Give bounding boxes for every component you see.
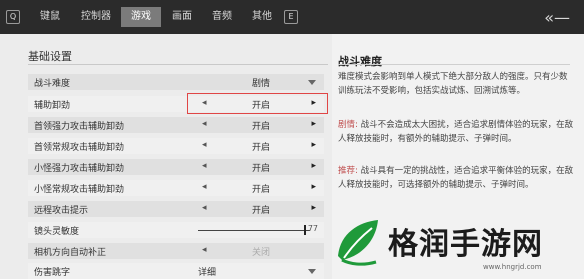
chevron-left-icon[interactable]: ◂ (202, 140, 207, 150)
story-text: 战斗不会造成太大困扰，适合追求剧情体验的玩家，在敌人释放技能时，有额外的辅助提示… (338, 120, 574, 144)
tab-audio[interactable]: 音频 (204, 7, 240, 27)
sensitivity-slider-track[interactable] (198, 230, 310, 231)
chevron-left-icon[interactable]: ◂ (202, 119, 207, 129)
tab-graphics[interactable]: 画面 (164, 7, 200, 27)
setting-row-ranged-hint[interactable]: 远程攻击提示 ◂ 开启 ▸ (28, 201, 324, 217)
setting-label: 首领常规攻击辅助卸劲 (34, 143, 125, 153)
chevron-right-icon[interactable]: ▸ (311, 182, 316, 192)
setting-label: 战斗难度 (34, 79, 71, 89)
setting-row-damage-numbers[interactable]: 伤害跳字 详细 (28, 263, 324, 279)
setting-row-camera-auto-correct[interactable]: 相机方向自动补正 ◂ 关闭 (28, 243, 324, 259)
highlight-box (187, 93, 328, 114)
chevron-right-icon[interactable]: ▸ (311, 203, 316, 213)
tab-other[interactable]: 其他 (244, 7, 280, 27)
story-label: 剧情: (338, 120, 358, 130)
recommended-label: 推荐: (338, 166, 358, 176)
recommended-text: 战斗具有一定的挑战性，适合追求平衡体验的玩家，在敌人释放技能时，可选择额外的辅助… (338, 166, 574, 190)
chevron-left-icon[interactable]: ◂ (202, 161, 207, 171)
q-key-hint: Q (6, 10, 20, 24)
setting-value: 开启 (251, 206, 270, 216)
setting-value: 77 (307, 224, 318, 233)
chevron-left-icon[interactable]: ◂ (202, 203, 207, 213)
setting-value: 剧情 (251, 79, 270, 89)
setting-value: 关闭 (251, 248, 270, 258)
tab-controller[interactable]: 控制器 (76, 7, 116, 27)
description-title: 战斗难度 (338, 55, 382, 68)
chevron-left-icon[interactable]: ◂ (202, 245, 207, 255)
setting-value: 开启 (251, 143, 270, 153)
back-arrow-icon[interactable]: «— (544, 8, 570, 27)
setting-label: 伤害跳字 (34, 268, 71, 278)
sensitivity-slider-knob[interactable] (304, 225, 306, 235)
setting-row-minion-normal-assist[interactable]: 小怪常规攻击辅助卸劲 ◂ 开启 ▸ (28, 180, 324, 196)
top-nav-bar: Q 键鼠 控制器 游戏 画面 音频 其他 E «— (0, 0, 584, 34)
setting-value: 开启 (251, 185, 270, 195)
setting-row-camera-sensitivity[interactable]: 镜头灵敏度 77 (28, 222, 324, 238)
description-recommended: 推荐: 战斗具有一定的挑战性，适合追求平衡体验的玩家，在敌人释放技能时，可选择额… (338, 164, 574, 192)
divider (338, 64, 570, 65)
chevron-left-icon[interactable]: ◂ (202, 182, 207, 192)
setting-value: 开启 (251, 164, 270, 174)
chevron-down-icon[interactable] (308, 80, 316, 85)
watermark-text: 格润手游网 (388, 227, 543, 262)
description-intro: 难度模式会影响到单人模式下绝大部分敌人的强度。只有少数训练玩法不受影响，包括实战… (338, 72, 568, 96)
leaf-logo-icon (338, 220, 378, 266)
setting-label: 辅助卸劲 (34, 101, 71, 111)
setting-value: 开启 (251, 122, 270, 132)
setting-label: 首领强力攻击辅助卸劲 (34, 122, 125, 132)
setting-label: 小怪强力攻击辅助卸劲 (34, 164, 125, 174)
chevron-down-icon[interactable] (308, 269, 316, 274)
watermark-url: www.hngrjd.com (483, 263, 542, 271)
section-title: 基础设置 (28, 50, 72, 63)
setting-value: 详细 (198, 268, 217, 278)
setting-label: 相机方向自动补正 (34, 248, 107, 258)
description-story: 剧情: 战斗不会造成太大困扰，适合追求剧情体验的玩家，在敌人释放技能时，有额外的… (338, 118, 574, 146)
chevron-right-icon[interactable]: ▸ (311, 161, 316, 171)
setting-row-combat-difficulty[interactable]: 战斗难度 剧情 (28, 74, 324, 90)
setting-row-boss-strong-assist[interactable]: 首领强力攻击辅助卸劲 ◂ 开启 ▸ (28, 117, 324, 133)
tab-keyboard-mouse[interactable]: 键鼠 (32, 7, 68, 27)
setting-label: 远程攻击提示 (34, 206, 89, 216)
setting-row-boss-normal-assist[interactable]: 首领常规攻击辅助卸劲 ◂ 开启 ▸ (28, 138, 324, 154)
tab-game[interactable]: 游戏 (121, 7, 161, 27)
setting-label: 镜头灵敏度 (34, 227, 80, 237)
chevron-right-icon[interactable]: ▸ (311, 140, 316, 150)
setting-label: 小怪常规攻击辅助卸劲 (34, 185, 125, 195)
divider (28, 64, 328, 65)
setting-row-minion-strong-assist[interactable]: 小怪强力攻击辅助卸劲 ◂ 开启 ▸ (28, 159, 324, 175)
e-key-hint: E (284, 10, 298, 24)
chevron-right-icon[interactable]: ▸ (311, 119, 316, 129)
